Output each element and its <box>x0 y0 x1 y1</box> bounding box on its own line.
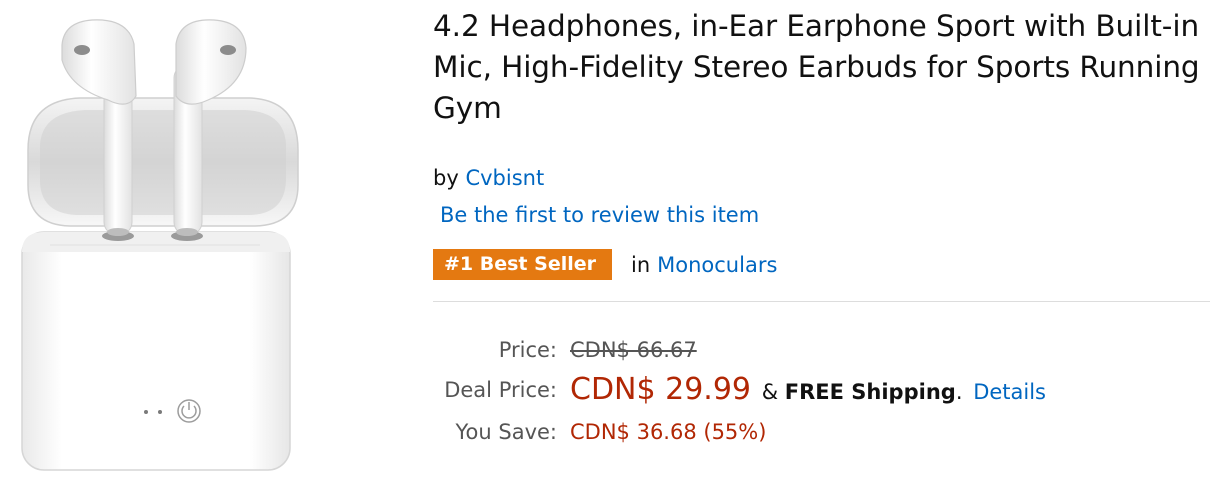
price-label: Price: <box>498 338 557 362</box>
earbuds-case-illustration <box>21 19 299 471</box>
shipping-period: . <box>955 380 963 404</box>
badge-in-text: in <box>630 252 651 277</box>
list-price: CDN$ 66.67 <box>570 338 697 362</box>
deal-price: CDN$ 29.99 <box>570 372 751 407</box>
review-link[interactable]: Be the first to review this item <box>440 201 759 229</box>
product-image[interactable] <box>0 0 312 478</box>
divider <box>433 301 1210 302</box>
best-seller-row: #1 Best Seller in Monoculars <box>433 249 777 280</box>
deal-price-group: CDN$ 29.99 & FREE Shipping. Details <box>570 372 1046 407</box>
best-seller-badge-label: #1 Best Seller <box>444 253 596 275</box>
details-link[interactable]: Details <box>973 380 1046 404</box>
you-save-label: You Save: <box>455 420 558 444</box>
category-link[interactable]: Monoculars <box>657 253 777 277</box>
deal-price-label: Deal Price: <box>444 378 557 402</box>
byline: by Cvbisnt <box>433 164 544 192</box>
brand-link[interactable]: Cvbisnt <box>465 166 544 190</box>
shipping-prefix: & <box>761 380 779 404</box>
product-info: 4.2 Headphones, in-Ear Earphone Sport wi… <box>433 0 1210 478</box>
you-save-value: CDN$ 36.68 (55%) <box>570 420 767 444</box>
product-title: 4.2 Headphones, in-Ear Earphone Sport wi… <box>433 9 1200 125</box>
by-prefix: by <box>433 166 459 190</box>
free-shipping-text: FREE Shipping <box>784 380 956 404</box>
best-seller-badge[interactable]: #1 Best Seller <box>433 249 621 280</box>
